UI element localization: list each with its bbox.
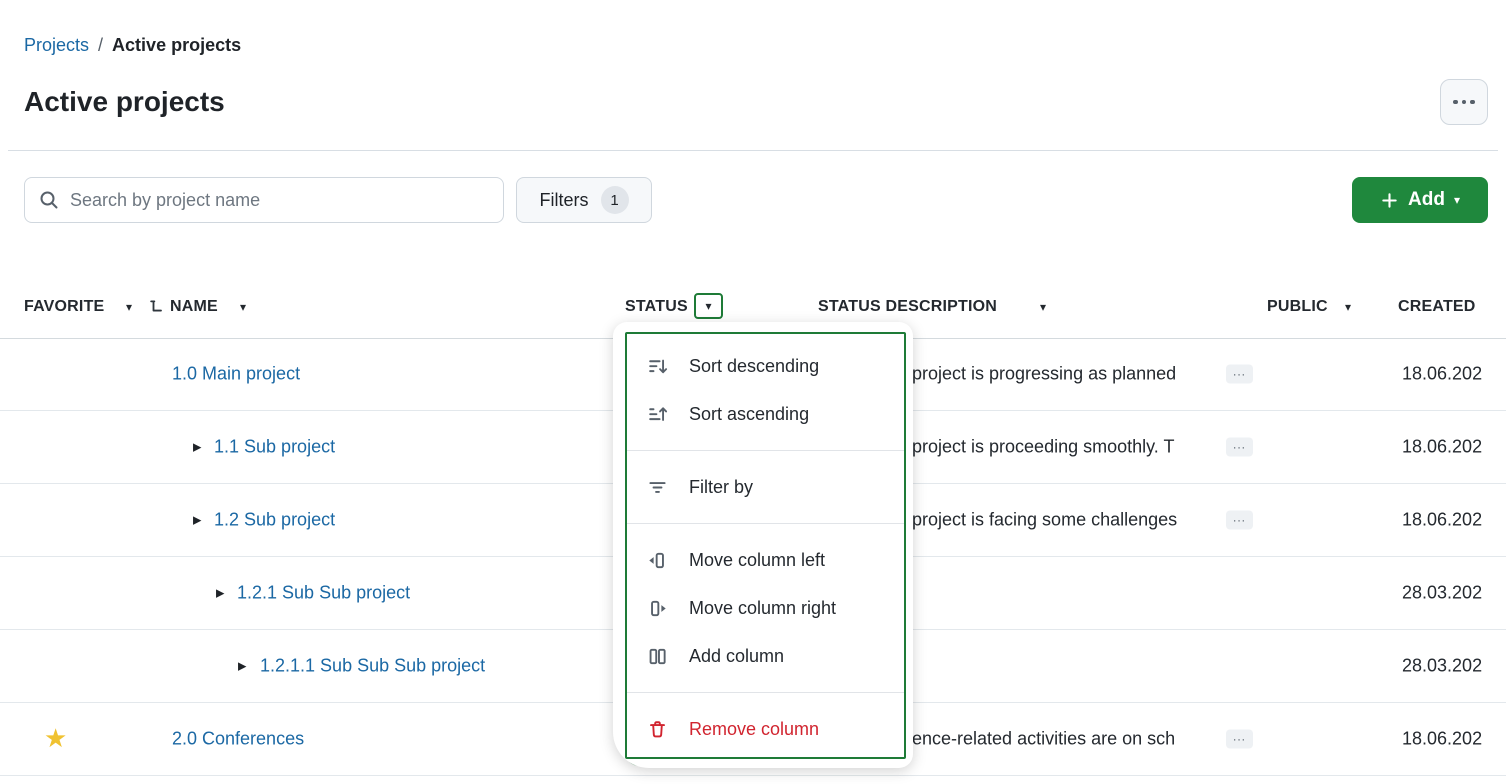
hierarchy-icon[interactable]: [149, 299, 164, 314]
menu-item-move-column-right[interactable]: Move column right: [627, 584, 904, 632]
chevron-down-icon: ▾: [705, 300, 711, 312]
menu-item-move-column-left[interactable]: Move column left: [627, 536, 904, 584]
filters-label: Filters: [540, 190, 589, 211]
sort-descending-icon: [647, 356, 668, 377]
search-input[interactable]: [70, 190, 489, 211]
add-column-icon: [647, 646, 668, 667]
breadcrumb-projects-link[interactable]: Projects: [24, 35, 89, 55]
move-column-left-icon: [647, 550, 668, 571]
search-icon: [39, 190, 59, 210]
column-header-favorite[interactable]: FAVORITE: [24, 295, 104, 319]
plus-icon: [1380, 191, 1399, 210]
favorite-star-icon[interactable]: ★: [44, 724, 67, 754]
project-search: [24, 177, 504, 223]
created-date: 28.03.202: [1402, 583, 1482, 604]
menu-item-remove-column[interactable]: Remove column: [627, 705, 904, 753]
status-description-text: ence-related activities are on sch: [912, 729, 1214, 750]
column-header-public[interactable]: PUBLIC: [1267, 295, 1328, 319]
filters-button[interactable]: Filters 1: [516, 177, 652, 223]
created-date: 18.06.202: [1402, 364, 1482, 385]
column-header-status-description[interactable]: STATUS DESCRIPTION: [818, 295, 997, 319]
page-title: Active projects: [24, 86, 225, 118]
expand-arrow-icon[interactable]: ▶: [193, 441, 201, 454]
menu-divider: [627, 450, 904, 451]
status-column-menu: Sort descending Sort ascending Filter by: [613, 322, 913, 768]
menu-divider: [627, 692, 904, 693]
trash-icon: [647, 719, 668, 740]
expand-description-button[interactable]: ...: [1226, 438, 1253, 457]
expand-description-button[interactable]: ...: [1226, 511, 1253, 530]
add-button[interactable]: Add ▾: [1352, 177, 1488, 223]
created-date: 18.06.202: [1402, 510, 1482, 531]
created-date: 18.06.202: [1402, 437, 1482, 458]
favorite-sort-caret-icon[interactable]: ▾: [126, 301, 132, 313]
menu-item-filter-by[interactable]: Filter by: [627, 463, 904, 511]
expand-description-button[interactable]: ...: [1226, 730, 1253, 749]
project-name-link[interactable]: 1.2.1 Sub Sub project: [237, 583, 410, 604]
created-date: 18.06.202: [1402, 729, 1482, 750]
project-name-link[interactable]: 1.2.1.1 Sub Sub Sub project: [260, 656, 485, 677]
project-name-link[interactable]: 2.0 Conferences: [172, 729, 304, 750]
menu-item-add-column[interactable]: Add column: [627, 632, 904, 680]
menu-item-sort-ascending[interactable]: Sort ascending: [627, 390, 904, 438]
status-column-menu-toggle[interactable]: ▾: [694, 293, 723, 319]
expand-arrow-icon[interactable]: ▶: [216, 587, 224, 600]
ellipsis-icon: [1453, 100, 1475, 105]
move-column-right-icon: [647, 598, 668, 619]
created-date: 28.03.202: [1402, 656, 1482, 677]
project-name-link[interactable]: 1.1 Sub project: [214, 437, 335, 458]
add-label: Add: [1408, 189, 1445, 211]
expand-arrow-icon[interactable]: ▶: [193, 514, 201, 527]
project-name-link[interactable]: 1.2 Sub project: [214, 510, 335, 531]
status-description-text: project is facing some challenges: [912, 510, 1214, 531]
column-header-status[interactable]: STATUS: [625, 295, 688, 319]
status-description-text: project is progressing as planned: [912, 364, 1214, 385]
breadcrumb: Projects / Active projects: [24, 35, 241, 56]
sort-ascending-icon: [647, 404, 668, 425]
filters-count-badge: 1: [601, 186, 629, 214]
expand-arrow-icon[interactable]: ▶: [238, 660, 246, 673]
project-name-link[interactable]: 1.0 Main project: [172, 364, 300, 385]
status-description-sort-caret-icon[interactable]: ▾: [1040, 301, 1046, 313]
chevron-down-icon: ▾: [1454, 194, 1460, 206]
breadcrumb-separator: /: [98, 35, 103, 55]
active-projects-page: Projects / Active projects Active projects…: [0, 0, 1506, 784]
breadcrumb-current: Active projects: [112, 35, 241, 55]
menu-divider: [627, 523, 904, 524]
name-sort-caret-icon[interactable]: ▾: [240, 301, 246, 313]
expand-description-button[interactable]: ...: [1226, 365, 1253, 384]
page-more-options-button[interactable]: [1440, 79, 1488, 125]
title-divider: [8, 150, 1498, 151]
filter-icon: [647, 477, 668, 498]
status-description-text: project is proceeding smoothly. T: [912, 437, 1214, 458]
column-header-name[interactable]: NAME: [170, 295, 218, 319]
public-sort-caret-icon[interactable]: ▾: [1345, 301, 1351, 313]
column-header-created[interactable]: CREATED: [1398, 295, 1476, 319]
menu-item-sort-descending[interactable]: Sort descending: [627, 342, 904, 390]
